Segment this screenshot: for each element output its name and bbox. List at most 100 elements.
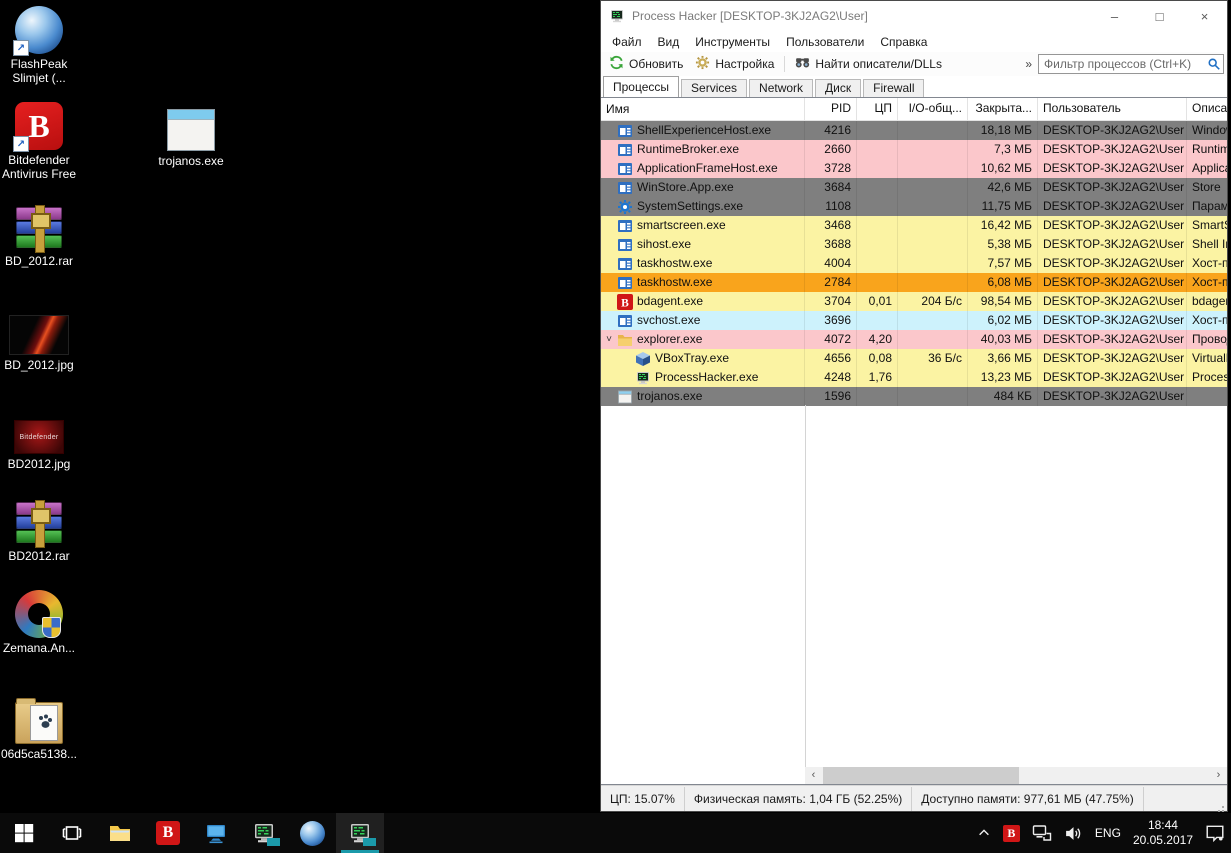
tray-chevron-up-icon[interactable] bbox=[971, 813, 997, 853]
cpu-cell bbox=[857, 178, 898, 197]
thumbnail-text: Bitdefender bbox=[19, 433, 59, 441]
tray-bitdefender-icon[interactable]: B bbox=[997, 813, 1026, 853]
io-cell bbox=[898, 311, 968, 330]
toolbar-overflow-chevron[interactable]: » bbox=[1019, 57, 1038, 71]
process-name-cell: ˅ explorer.exe bbox=[601, 330, 805, 349]
column-header[interactable]: Пользователь bbox=[1038, 98, 1187, 120]
pid-cell: 4216 bbox=[805, 121, 857, 140]
process-row[interactable]: ShellExperienceHost.exe 4216 18,18 МБ DESKT… bbox=[601, 121, 1227, 140]
tab-процессы[interactable]: Процессы bbox=[603, 76, 680, 97]
process-name-cell: taskhostw.exe bbox=[601, 254, 805, 273]
desktop-icon[interactable]: trojanos.exe bbox=[152, 106, 230, 168]
process-row[interactable]: VBoxTray.exe 4656 0,08 36 Б/с 3,66 МБ DESKTOP… bbox=[601, 349, 1227, 368]
expander-chevron-icon[interactable]: ˅ bbox=[601, 330, 617, 349]
process-filter-box bbox=[1038, 54, 1224, 74]
file-explorer-button[interactable] bbox=[96, 813, 144, 853]
process-name-cell: Bbdagent.exe bbox=[601, 292, 805, 311]
action-center-icon[interactable] bbox=[1199, 813, 1231, 853]
desktop-icon[interactable]: Zemana.An... bbox=[0, 590, 78, 655]
process-filter-input[interactable] bbox=[1039, 57, 1205, 71]
desktop-icon[interactable]: 06d5ca5138... bbox=[0, 698, 78, 761]
shortcut-arrow-icon: ↗ bbox=[13, 40, 29, 56]
zemana-shield-icon bbox=[15, 590, 63, 638]
maximize-button[interactable]: □ bbox=[1137, 1, 1182, 31]
process-name: smartscreen.exe bbox=[637, 218, 726, 232]
private-cell: 6,02 МБ bbox=[968, 311, 1038, 330]
process-name-cell: sihost.exe bbox=[601, 235, 805, 254]
menu-item[interactable]: Файл bbox=[604, 33, 650, 51]
process-name-cell: WinStore.App.exe bbox=[601, 178, 805, 197]
desktop-icon[interactable]: BD2012.rar bbox=[0, 500, 78, 563]
tab-network[interactable]: Network bbox=[749, 79, 814, 97]
process-row[interactable]: trojanos.exe 1596 484 КБ DESKTOP-3KJ2AG2\Us… bbox=[601, 387, 1227, 406]
tab-firewall[interactable]: Firewall bbox=[863, 79, 925, 97]
process-row[interactable]: ˅ explorer.exe 4072 4,20 40,03 МБ DESKTOP-3KJ… bbox=[601, 330, 1227, 349]
process-row[interactable]: ProcessHacker.exe 4248 1,76 13,23 МБ DESKTOP… bbox=[601, 368, 1227, 387]
user-cell: DESKTOP-3KJ2AG2\User bbox=[1038, 140, 1187, 159]
menu-item[interactable]: Инструменты bbox=[687, 33, 778, 51]
desktop-icon[interactable]: ↗ FlashPeak Slimjet (... bbox=[0, 6, 78, 85]
scroll-right-arrow[interactable]: › bbox=[1210, 767, 1227, 784]
clock[interactable]: 18:44 20.05.2017 bbox=[1127, 813, 1199, 853]
scrollbar-thumb[interactable] bbox=[823, 767, 1019, 784]
language-indicator[interactable]: ENG bbox=[1089, 813, 1127, 853]
menu-bar: Файл Вид Инструменты Пользователи Справка bbox=[601, 31, 1227, 52]
browser-button[interactable] bbox=[288, 813, 336, 853]
process-row[interactable]: taskhostw.exe 4004 7,57 МБ DESKTOP-3KJ2AG2\… bbox=[601, 254, 1227, 273]
desktop-icon[interactable]: B ↗ Bitdefender Antivirus Free bbox=[0, 102, 78, 181]
horizontal-scrollbar[interactable]: ‹ › bbox=[805, 767, 1227, 784]
speaker-icon[interactable] bbox=[1058, 813, 1089, 853]
desktop-icon-label: BD2012.jpg bbox=[7, 457, 71, 471]
process-hacker-button[interactable] bbox=[240, 813, 288, 853]
scrollbar-track[interactable] bbox=[822, 767, 1210, 784]
cpu-cell bbox=[857, 159, 898, 178]
network-icon[interactable] bbox=[1026, 813, 1058, 853]
process-row[interactable]: RuntimeBroker.exe 2660 7,3 МБ DESKTOP-3KJ2A… bbox=[601, 140, 1227, 159]
tab-services[interactable]: Services bbox=[681, 79, 748, 97]
process-name-cell: SystemSettings.exe bbox=[601, 197, 805, 216]
process-row[interactable]: svchost.exe 3696 6,02 МБ DESKTOP-3KJ2AG2\Us… bbox=[601, 311, 1227, 330]
user-cell: DESKTOP-3KJ2AG2\User bbox=[1038, 216, 1187, 235]
minimize-button[interactable]: – bbox=[1092, 1, 1137, 31]
close-button[interactable]: × bbox=[1182, 1, 1227, 31]
process-name-cell: taskhostw.exe bbox=[601, 273, 805, 292]
menu-item[interactable]: Справка bbox=[872, 33, 935, 51]
column-header[interactable]: ЦП bbox=[857, 98, 898, 120]
find-handles-button[interactable]: Найти описатели/DLLs bbox=[789, 53, 948, 75]
process-row[interactable]: SystemSettings.exe 1108 11,75 МБ DESKTOP-3K… bbox=[601, 197, 1227, 216]
resize-grip[interactable] bbox=[1222, 806, 1224, 808]
refresh-button[interactable]: Обновить bbox=[603, 53, 689, 75]
menu-item[interactable]: Вид bbox=[650, 33, 688, 51]
column-header[interactable]: Закрыта... bbox=[968, 98, 1038, 120]
options-button[interactable]: Настройка bbox=[689, 53, 780, 75]
this-pc-button[interactable] bbox=[192, 813, 240, 853]
private-cell: 7,3 МБ bbox=[968, 140, 1038, 159]
process-name: ShellExperienceHost.exe bbox=[637, 123, 772, 137]
process-row[interactable]: smartscreen.exe 3468 16,42 МБ DESKTOP-3KJ2A… bbox=[601, 216, 1227, 235]
process-name-cell: VBoxTray.exe bbox=[601, 349, 805, 368]
process-hacker-active-button[interactable] bbox=[336, 813, 384, 853]
title-bar[interactable]: Process Hacker [DESKTOP-3KJ2AG2\User] – … bbox=[601, 1, 1227, 31]
column-header[interactable]: Описание bbox=[1187, 98, 1227, 120]
desktop-icon[interactable]: BD_2012.rar bbox=[0, 205, 78, 268]
desc-cell: Process H bbox=[1192, 370, 1227, 384]
desktop-icon[interactable]: BD_2012.jpg bbox=[0, 310, 78, 372]
scroll-left-arrow[interactable]: ‹ bbox=[805, 767, 822, 784]
column-header[interactable]: Имя bbox=[601, 98, 805, 120]
column-header[interactable]: PID bbox=[805, 98, 857, 120]
desktop-icon[interactable]: Bitdefender BD2012.jpg bbox=[0, 412, 78, 471]
bitdefender-button[interactable]: B bbox=[144, 813, 192, 853]
process-row[interactable]: Bbdagent.exe 3704 0,01 204 Б/с 98,54 МБ DESKT… bbox=[601, 292, 1227, 311]
start-button[interactable] bbox=[0, 813, 48, 853]
pid-cell: 3688 bbox=[805, 235, 857, 254]
process-row[interactable]: WinStore.App.exe 3684 42,6 МБ DESKTOP-3KJ2A… bbox=[601, 178, 1227, 197]
task-view-button[interactable] bbox=[48, 813, 96, 853]
process-row[interactable]: sihost.exe 3688 5,38 МБ DESKTOP-3KJ2AG2\Use… bbox=[601, 235, 1227, 254]
process-row[interactable]: taskhostw.exe 2784 6,08 МБ DESKTOP-3KJ2AG2\… bbox=[601, 273, 1227, 292]
cpu-cell bbox=[857, 387, 898, 406]
ph-icon bbox=[635, 370, 651, 386]
column-header[interactable]: I/O-общ... bbox=[898, 98, 968, 120]
process-row[interactable]: ApplicationFrameHost.exe 3728 10,62 МБ DESK… bbox=[601, 159, 1227, 178]
tab-диск[interactable]: Диск bbox=[815, 79, 862, 97]
menu-item[interactable]: Пользователи bbox=[778, 33, 872, 51]
